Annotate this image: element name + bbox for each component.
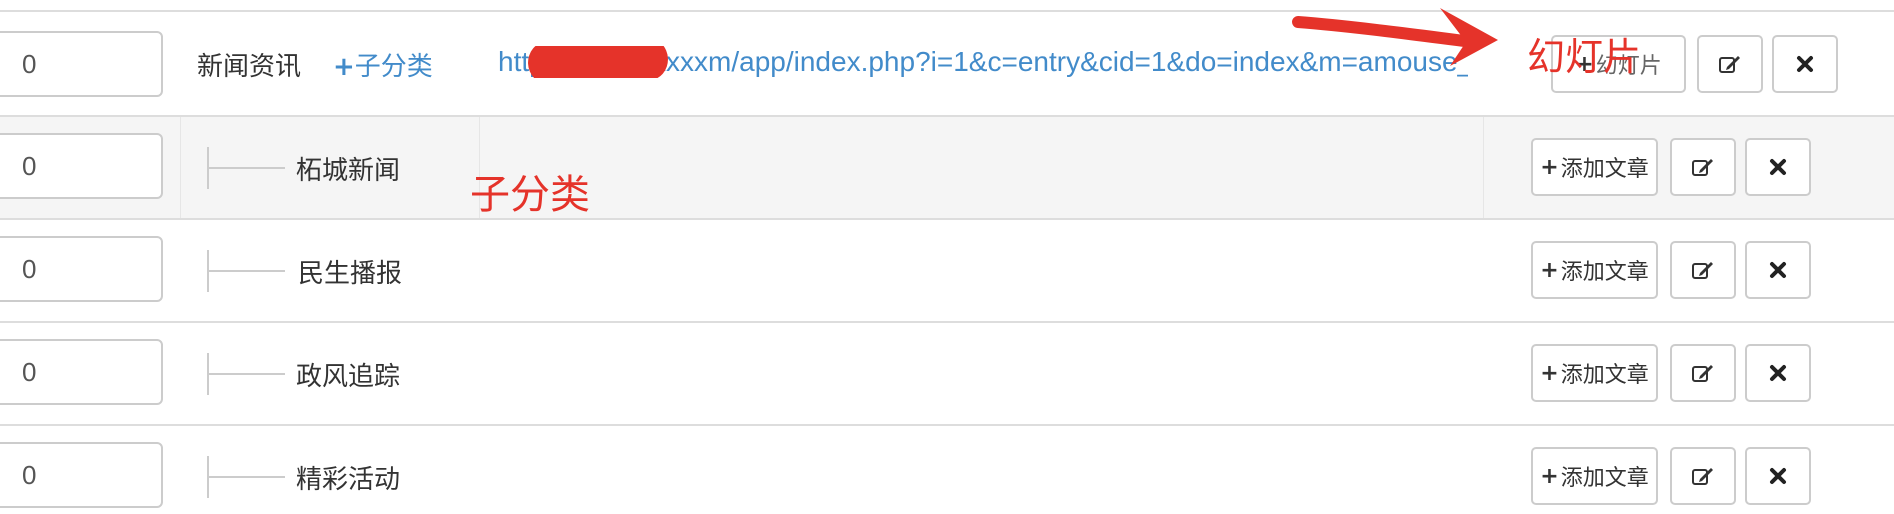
annotation-slideshow-label: 幻灯片	[1527, 35, 1642, 79]
add-article-button[interactable]: + 添加文章	[1531, 344, 1658, 402]
table-row: 民生播报 +添加文章	[0, 220, 1894, 323]
add-article-button[interactable]: + 添加文章	[1531, 138, 1658, 196]
category-name: 新闻资讯	[197, 52, 302, 82]
edit-icon	[1718, 53, 1742, 75]
edit-icon	[1691, 465, 1715, 487]
close-icon	[1769, 364, 1787, 382]
delete-button[interactable]	[1745, 138, 1811, 196]
edit-icon	[1691, 259, 1715, 281]
add-article-button[interactable]: + 添加文章	[1531, 447, 1658, 505]
add-article-label: 添加文章	[1560, 363, 1649, 388]
cell-divider	[180, 117, 181, 218]
category-list-page: 新闻资讯 +子分类 http://xxxxxxxxxxm/app/index.p…	[0, 0, 1894, 514]
table-row: 精彩活动 +添加文章	[0, 426, 1894, 514]
cell-divider	[1483, 117, 1484, 218]
table-row: 政风追踪 +添加文章	[0, 323, 1894, 426]
edit-button[interactable]	[1670, 344, 1736, 402]
add-article-label: 添加文章	[1560, 260, 1649, 285]
add-article-label: 添加文章	[1560, 466, 1649, 491]
delete-button[interactable]	[1745, 447, 1811, 505]
close-icon	[1769, 158, 1787, 176]
delete-button[interactable]	[1745, 344, 1811, 402]
close-icon	[1769, 467, 1787, 485]
tree-connector	[209, 270, 285, 272]
edit-button[interactable]	[1670, 138, 1736, 196]
close-icon	[1769, 261, 1787, 279]
add-article-label: 添加文章	[1560, 157, 1649, 182]
redaction-mark	[527, 46, 669, 78]
plus-icon: +	[1540, 360, 1559, 386]
order-input[interactable]	[0, 339, 163, 405]
category-name: 政风追踪	[296, 362, 401, 392]
delete-button[interactable]	[1772, 35, 1838, 93]
tree-connector	[209, 476, 285, 478]
plus-icon: +	[1540, 154, 1559, 180]
edit-icon	[1691, 156, 1715, 178]
edit-icon	[1691, 362, 1715, 384]
red-arrow-annotation	[1292, 8, 1498, 66]
order-input[interactable]	[0, 133, 163, 199]
edit-button[interactable]	[1697, 35, 1763, 93]
category-name: 精彩活动	[296, 465, 401, 495]
edit-button[interactable]	[1670, 241, 1736, 299]
order-input[interactable]	[0, 442, 163, 508]
category-name: 柘城新闻	[296, 156, 401, 186]
order-input[interactable]	[0, 236, 163, 302]
add-article-button[interactable]: + 添加文章	[1531, 241, 1658, 299]
delete-button[interactable]	[1745, 241, 1811, 299]
table-row: 柘城新闻 +添加文章	[0, 117, 1894, 220]
plus-icon: +	[333, 52, 355, 82]
order-input[interactable]	[0, 31, 163, 97]
category-name: 民生播报	[298, 259, 403, 289]
plus-icon: +	[1540, 463, 1559, 489]
annotation-subcategory-label: 子分类	[470, 172, 590, 218]
add-subcategory-link[interactable]: +子分类	[333, 46, 433, 83]
close-icon	[1796, 55, 1814, 73]
add-subcategory-label: 子分类	[354, 52, 433, 82]
plus-icon: +	[1540, 257, 1559, 283]
edit-button[interactable]	[1670, 447, 1736, 505]
tree-connector	[209, 373, 285, 375]
tree-connector	[209, 167, 285, 169]
